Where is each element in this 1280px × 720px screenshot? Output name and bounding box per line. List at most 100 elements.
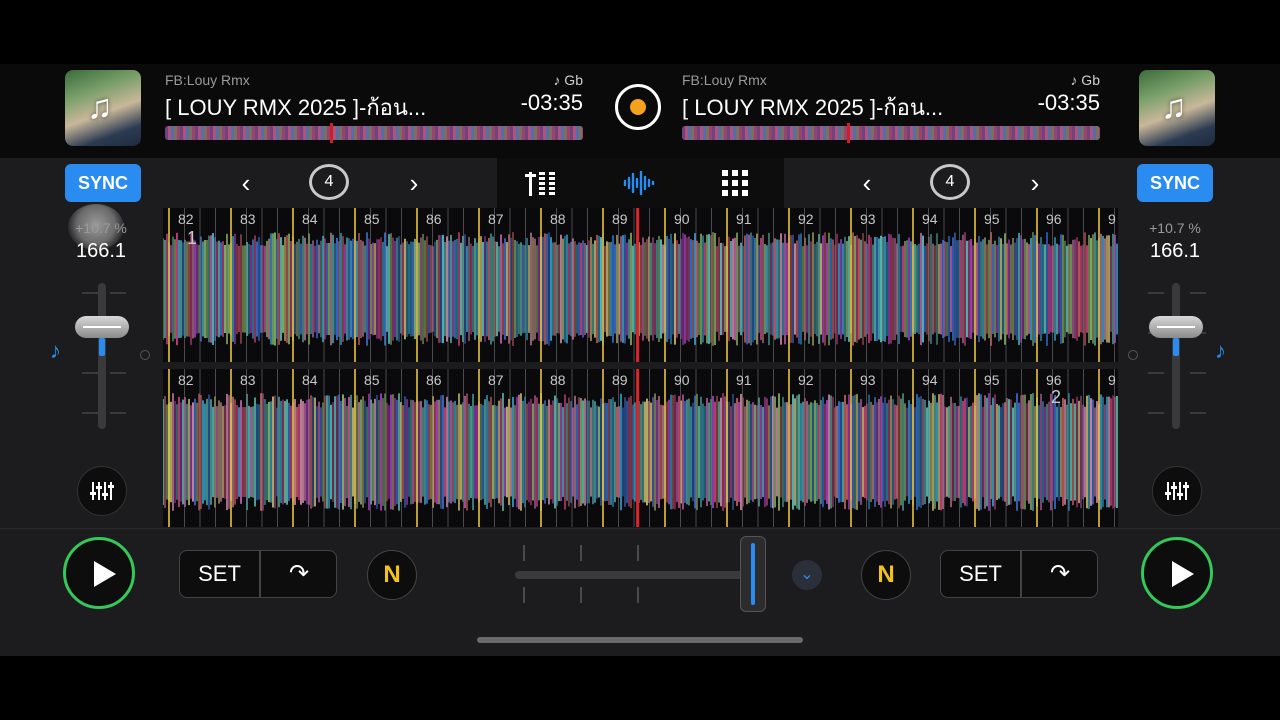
- indicator-dot: [140, 350, 150, 360]
- track-overview-right[interactable]: [682, 123, 1100, 143]
- artist-right: FB:Louy Rmx: [682, 72, 767, 88]
- title-right: [ LOUY RMX 2025 ]-ก้อน...: [682, 95, 944, 120]
- waveform-deck-1[interactable]: 82 83 84 85 86 87 88 89 90 91 92 93 94 95 96 9 1: [163, 208, 1118, 362]
- waveform-svg-2: 82 83 84 85 86 87 88 89 90 91 92 93 94 95 96 9: [163, 369, 1118, 527]
- beat-number: 95: [984, 372, 1000, 388]
- beat-number: 90: [674, 372, 690, 388]
- beat-number: 86: [426, 211, 442, 227]
- eq-sliders-icon: [90, 482, 114, 500]
- overview-playhead-right: [847, 123, 850, 143]
- beat-number: 87: [488, 211, 504, 227]
- fader-tick: [110, 372, 126, 374]
- track-info-right[interactable]: FB:Louy Rmx ♪ Gb [ LOUY RMX 2025 ]-ก้อน.…: [682, 72, 1100, 144]
- crossfader-tick: [580, 587, 582, 603]
- beat-number: 9: [1108, 211, 1116, 227]
- crossfader-tick: [580, 545, 582, 561]
- deck-number-2: 2: [1051, 387, 1062, 407]
- beat-number: 94: [922, 211, 938, 227]
- track-header: ♫ FB:Louy Rmx ♪ Gb [ LOUY RMX 2025 ]-ก้อ…: [0, 64, 1280, 158]
- neural-mix-button-right[interactable]: N: [861, 550, 911, 600]
- loop-button-left[interactable]: 4: [309, 164, 349, 200]
- album-art-left[interactable]: ♫: [65, 70, 141, 146]
- play-button-right[interactable]: [1141, 537, 1213, 609]
- fader-tick: [110, 412, 126, 414]
- loop-next-left-icon[interactable]: ›: [399, 166, 429, 200]
- waveform-deck-2[interactable]: 82 83 84 85 86 87 88 89 90 91 92 93 94 95 96 9 2: [163, 369, 1118, 527]
- music-note-icon: ♫: [1161, 88, 1187, 126]
- fader-tick: [1148, 372, 1164, 374]
- music-note-icon: ♫: [87, 88, 113, 126]
- fader-tick: [1190, 412, 1206, 414]
- beat-number: 96: [1046, 211, 1062, 227]
- beat-number: 84: [302, 211, 318, 227]
- remaining-time-left: -03:35: [520, 90, 583, 115]
- beat-number: 87: [488, 372, 504, 388]
- beat-number: 96: [1046, 372, 1062, 388]
- loop-next-right-icon[interactable]: ›: [1020, 166, 1050, 200]
- loop-prev-right-icon[interactable]: ‹: [852, 166, 882, 200]
- pitch-percent-right: +10.7 %: [1149, 220, 1201, 236]
- crossfader-tick: [523, 545, 525, 561]
- record-button[interactable]: [615, 84, 661, 130]
- right-deck-controls: SYNC +10.7 % 166.1 ♪: [1118, 158, 1280, 528]
- crossfader-handle[interactable]: [740, 536, 766, 612]
- pitch-percent-left: +10.7 %: [75, 220, 127, 236]
- eq-button-left[interactable]: [77, 466, 127, 516]
- djay-app: ♫ FB:Louy Rmx ♪ Gb [ LOUY RMX 2025 ]-ก้อ…: [0, 64, 1280, 656]
- album-art-right[interactable]: ♫: [1139, 70, 1215, 146]
- loop-prev-left-icon[interactable]: ‹: [231, 166, 261, 200]
- beat-number: 93: [860, 211, 876, 227]
- beat-number: 91: [736, 211, 752, 227]
- beat-number: 92: [798, 372, 814, 388]
- fader-tick: [82, 412, 98, 414]
- beat-number: 85: [364, 372, 380, 388]
- beat-number: 86: [426, 372, 442, 388]
- fader-tick: [110, 292, 126, 294]
- artist-left: FB:Louy Rmx: [165, 72, 250, 88]
- cue-jump-icon[interactable]: ↷: [260, 551, 338, 597]
- waveform-svg-1: 82 83 84 85 86 87 88 89 90 91 92 93 94 95 96 9: [163, 208, 1118, 362]
- pitch-fader-marker: [99, 338, 105, 356]
- beat-number: 84: [302, 372, 318, 388]
- beat-number: 88: [550, 211, 566, 227]
- n-label: N: [877, 561, 895, 588]
- beat-number: 83: [240, 211, 256, 227]
- crossfader-tick: [637, 545, 639, 561]
- sync-button-left[interactable]: SYNC: [65, 164, 141, 202]
- play-button-left[interactable]: [63, 537, 135, 609]
- loop-button-right[interactable]: 4: [930, 164, 970, 200]
- left-deck-controls: SYNC +10.7 % 166.1 ♪: [0, 158, 162, 528]
- pitch-fader-right[interactable]: [1172, 283, 1180, 429]
- pitch-fader-handle-left[interactable]: [75, 316, 129, 338]
- chevron-down-icon[interactable]: ⌄: [792, 560, 822, 590]
- pitch-fader-handle-right[interactable]: [1149, 316, 1203, 338]
- pitch-fader-marker: [1173, 338, 1179, 356]
- beat-number: 91: [736, 372, 752, 388]
- track-overview-left[interactable]: [165, 123, 583, 143]
- fader-tick: [1190, 292, 1206, 294]
- eq-button-right[interactable]: [1152, 466, 1202, 516]
- deck-toolbar: ‹ 4 › ‹ 4 ›: [163, 158, 1118, 208]
- cue-jump-icon[interactable]: ↷: [1021, 551, 1099, 597]
- crossfader-track[interactable]: [515, 571, 755, 579]
- pitch-fader-left[interactable]: [98, 283, 106, 429]
- key-left: ♪ Gb: [553, 72, 583, 88]
- mixer-icon[interactable]: [525, 168, 559, 198]
- overview-playhead-left: [330, 123, 333, 143]
- fader-tick: [82, 372, 98, 374]
- beat-number: 82: [178, 372, 194, 388]
- indicator-dot: [1128, 350, 1138, 360]
- fader-tick: [82, 292, 98, 294]
- key-lock-icon[interactable]: ♪: [50, 338, 61, 364]
- sync-button-right[interactable]: SYNC: [1137, 164, 1213, 202]
- set-cue-button-right[interactable]: SET: [941, 551, 1022, 597]
- key-lock-icon[interactable]: ♪: [1215, 338, 1226, 364]
- neural-mix-button-left[interactable]: N: [367, 550, 417, 600]
- beat-number: 95: [984, 211, 1000, 227]
- pads-grid-icon[interactable]: [721, 169, 749, 197]
- waveform-view-icon[interactable]: [623, 170, 657, 196]
- bpm-left: 166.1: [75, 240, 127, 262]
- track-info-left[interactable]: FB:Louy Rmx ♪ Gb [ LOUY RMX 2025 ]-ก้อน.…: [165, 72, 583, 144]
- title-left: [ LOUY RMX 2025 ]-ก้อน...: [165, 95, 427, 120]
- set-cue-button-left[interactable]: SET: [180, 551, 261, 597]
